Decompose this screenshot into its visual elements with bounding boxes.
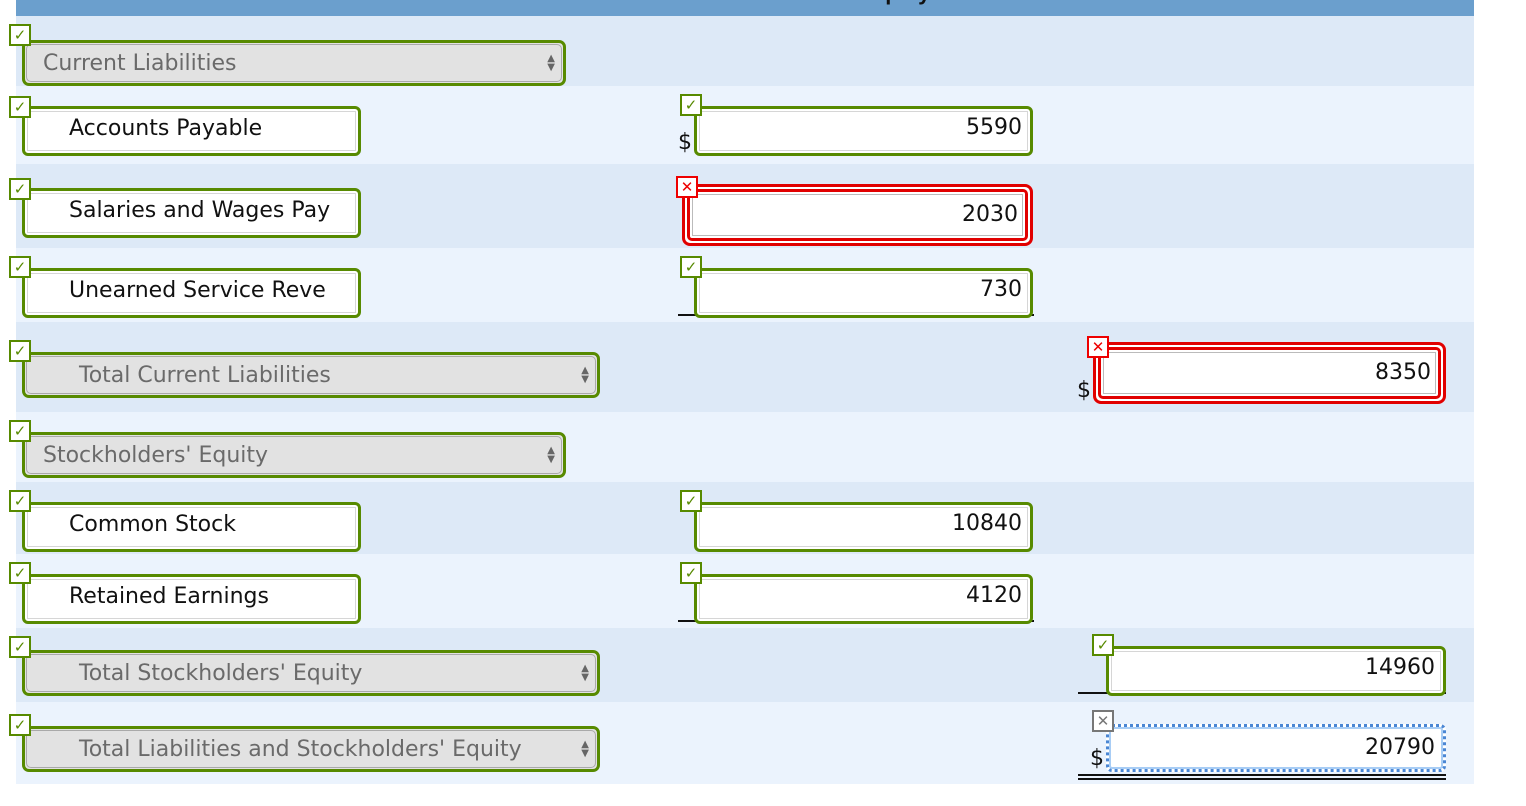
row-current-liabilities-heading: ✓ Current Liabilities ▲ ▼ [9, 16, 1474, 86]
total-select-liabilities-and-equity[interactable]: Total Liabilities and Stockholders' Equi… [22, 726, 600, 772]
check-icon: ✓ [9, 340, 31, 362]
check-icon: ✓ [680, 562, 702, 584]
account-input-salaries-wages-payable[interactable]: Salaries and Wages Pay [22, 188, 361, 238]
amount-input-accounts-payable[interactable]: 5590 [694, 106, 1033, 156]
account-label: Accounts Payable [69, 116, 263, 141]
account-label: Common Stock [69, 512, 236, 537]
amount-input-retained-earnings[interactable]: 4120 [694, 574, 1033, 624]
currency-sign: $ [1090, 746, 1104, 771]
double-underline-top [1078, 774, 1446, 776]
account-input-unearned-service-revenue[interactable]: Unearned Service Reve [22, 268, 361, 318]
total-value: 20790 [1365, 735, 1435, 760]
check-icon: ✓ [9, 96, 31, 118]
total-value: 8350 [1375, 360, 1431, 385]
amount-input-common-stock[interactable]: 10840 [694, 502, 1033, 552]
row-total-current-liabilities: ✓ Total Current Liabilities ▲ ▼ $ ✕ 8350 [9, 322, 1474, 412]
x-mark-icon: ✕ [1092, 710, 1114, 732]
check-icon: ✓ [680, 94, 702, 116]
select-value: Stockholders' Equity [43, 443, 269, 468]
row-unearned-service-revenue: ✓ Unearned Service Reve ✓ 730 [9, 248, 1474, 322]
select-value: Total Stockholders' Equity [79, 661, 363, 686]
select-arrows-icon: ▲ ▼ [581, 663, 589, 683]
total-value: 14960 [1365, 655, 1435, 680]
total-input-current-liabilities[interactable]: 8350 [1093, 342, 1446, 404]
select-value: Total Liabilities and Stockholders' Equi… [79, 737, 522, 762]
row-common-stock: ✓ Common Stock ✓ 10840 [9, 482, 1474, 554]
check-icon: ✓ [9, 636, 31, 658]
total-input-stockholders-equity[interactable]: 14960 [1106, 646, 1446, 696]
amount-value: 730 [980, 277, 1022, 302]
x-mark-icon: ✕ [676, 176, 698, 198]
amount-value: 4120 [966, 583, 1022, 608]
total-select-current-liabilities[interactable]: Total Current Liabilities ▲ ▼ [22, 352, 600, 398]
row-salaries-wages-payable: ✓ Salaries and Wages Pay ✕ 2030 [9, 164, 1474, 248]
account-label: Retained Earnings [69, 584, 269, 609]
double-underline-bottom [1078, 778, 1446, 780]
check-icon: ✓ [9, 714, 31, 736]
account-input-accounts-payable[interactable]: Accounts Payable [22, 106, 361, 156]
row-retained-earnings: ✓ Retained Earnings ✓ 4120 [9, 554, 1474, 628]
amount-value: 2030 [962, 202, 1018, 227]
section-select-current-liabilities[interactable]: Current Liabilities ▲ ▼ [22, 40, 566, 86]
select-value: Total Current Liabilities [79, 363, 331, 388]
check-icon: ✓ [9, 420, 31, 442]
row-accounts-payable: ✓ Accounts Payable $ ✓ 5590 [9, 86, 1474, 164]
x-mark-icon: ✕ [1087, 336, 1109, 358]
currency-sign: $ [678, 130, 692, 155]
amount-input-unearned-service-revenue[interactable]: 730 [694, 268, 1033, 318]
total-select-stockholders-equity[interactable]: Total Stockholders' Equity ▲ ▼ [22, 650, 600, 696]
account-label: Unearned Service Reve [69, 278, 326, 303]
check-icon: ✓ [9, 24, 31, 46]
section-header: Liabilities and Stockholders' Equity [16, 0, 1474, 16]
check-icon: ✓ [680, 256, 702, 278]
select-value: Current Liabilities [43, 51, 237, 76]
balance-sheet-table: Liabilities and Stockholders' Equity ✓ C… [9, 0, 1474, 784]
row-total-liabilities-and-equity: ✓ Total Liabilities and Stockholders' Eq… [9, 702, 1474, 784]
select-arrows-icon: ▲ ▼ [547, 445, 555, 465]
select-arrows-icon: ▲ ▼ [581, 739, 589, 759]
account-input-common-stock[interactable]: Common Stock [22, 502, 361, 552]
check-icon: ✓ [9, 490, 31, 512]
account-input-retained-earnings[interactable]: Retained Earnings [22, 574, 361, 624]
section-select-stockholders-equity[interactable]: Stockholders' Equity ▲ ▼ [22, 432, 566, 478]
amount-value: 10840 [952, 511, 1022, 536]
select-arrows-icon: ▲ ▼ [581, 365, 589, 385]
total-input-liabilities-and-equity[interactable]: 20790 [1106, 724, 1446, 772]
amount-input-salaries-wages-payable[interactable]: 2030 [682, 184, 1033, 246]
section-header-title: Liabilities and Stockholders' Equity [560, 0, 931, 5]
amount-value: 5590 [966, 115, 1022, 140]
row-stockholders-equity-heading: ✓ Stockholders' Equity ▲ ▼ [9, 412, 1474, 482]
select-arrows-icon: ▲ ▼ [547, 53, 555, 73]
row-total-stockholders-equity: ✓ Total Stockholders' Equity ▲ ▼ ✓ 14960 [9, 628, 1474, 702]
check-icon: ✓ [9, 178, 31, 200]
check-icon: ✓ [1092, 634, 1114, 656]
check-icon: ✓ [9, 256, 31, 278]
account-label: Salaries and Wages Pay [69, 198, 331, 223]
check-icon: ✓ [9, 562, 31, 584]
currency-sign: $ [1077, 378, 1091, 403]
check-icon: ✓ [680, 490, 702, 512]
